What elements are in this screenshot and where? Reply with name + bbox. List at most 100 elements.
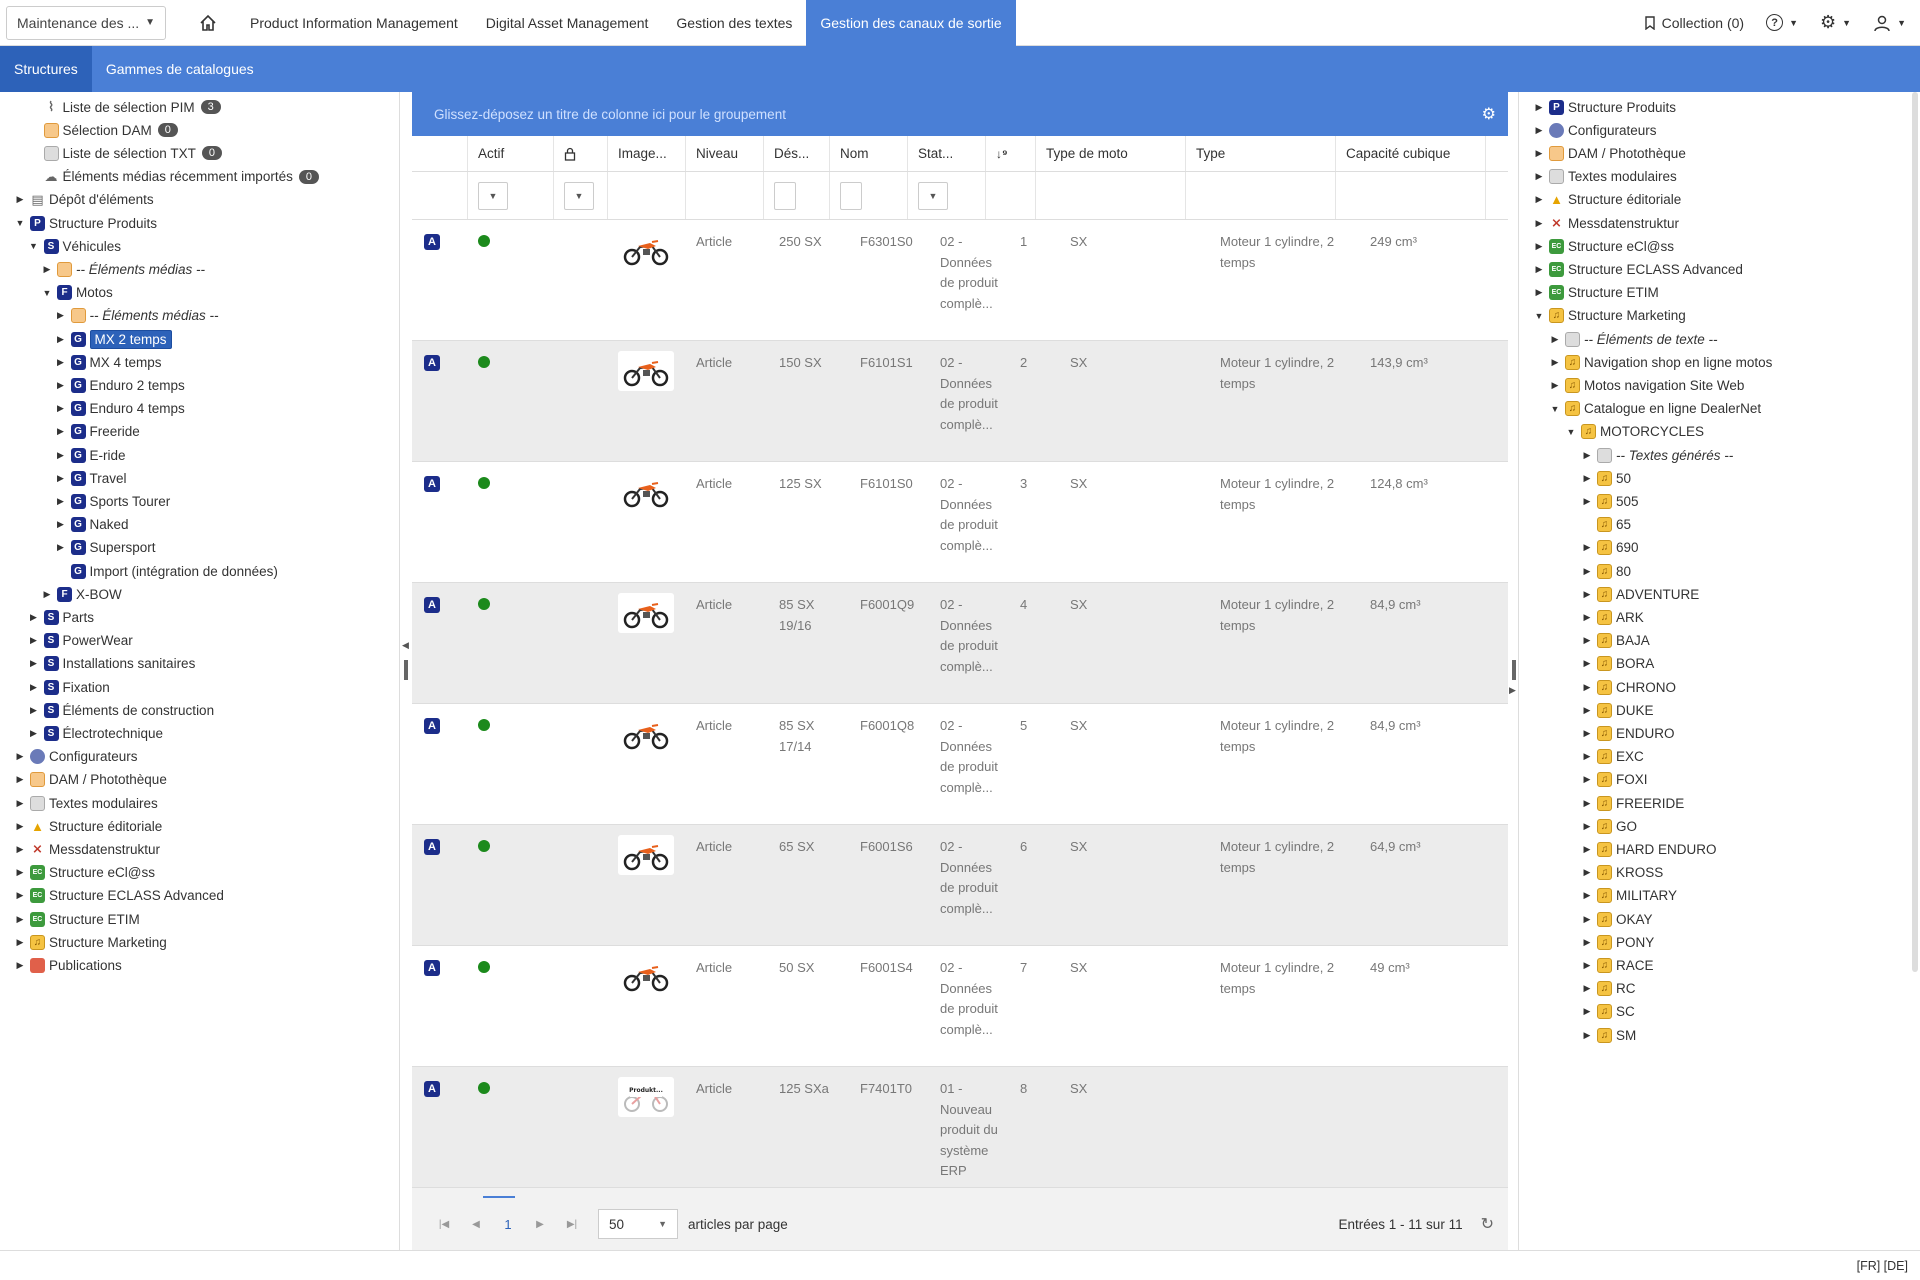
expanded-caret-icon[interactable]: ▼	[14, 217, 26, 229]
collapsed-caret-icon[interactable]: ▶	[14, 936, 26, 948]
collapsed-caret-icon[interactable]: ▶	[1533, 194, 1545, 206]
collection-button[interactable]: Collection (0)	[1644, 15, 1744, 31]
right-collapse-arrow[interactable]: ▶	[1509, 685, 1516, 696]
collapsed-caret-icon[interactable]: ▶	[41, 588, 53, 600]
collapsed-caret-icon[interactable]: ▶	[28, 704, 40, 716]
tree-node[interactable]: ▶ G Sports Tourer	[55, 490, 170, 512]
collapsed-caret-icon[interactable]: ▶	[1533, 171, 1545, 183]
help-menu[interactable]: ? ▼	[1766, 14, 1798, 31]
expanded-caret-icon[interactable]: ▼	[41, 287, 53, 299]
col-nom[interactable]: Nom	[830, 136, 908, 171]
product-thumbnail[interactable]	[618, 835, 674, 875]
tree-node[interactable]: ▶ DAM / Photothèque	[14, 769, 167, 791]
filter-actif[interactable]: ▼	[478, 181, 508, 210]
collapsed-caret-icon[interactable]: ▶	[1581, 936, 1593, 948]
collapsed-caret-icon[interactable]: ▶	[55, 379, 67, 391]
collapsed-caret-icon[interactable]: ▶	[1581, 843, 1593, 855]
tab-structures[interactable]: Structures	[0, 46, 92, 92]
collapsed-caret-icon[interactable]: ▶	[1581, 1006, 1593, 1018]
tree-node[interactable]: ▶ ♫ SM	[1581, 1024, 1636, 1046]
tree-node[interactable]: ▶ ♫ KROSS	[1581, 862, 1663, 884]
tree-node[interactable]: ▶ -- Textes générés --	[1581, 444, 1733, 466]
table-row[interactable]: A Article 50 SX F6001S4 02 - Données de prod…	[412, 946, 1508, 1067]
product-thumbnail[interactable]	[618, 956, 674, 996]
filter-lock[interactable]: ▼	[564, 181, 594, 210]
collapsed-caret-icon[interactable]: ▶	[55, 426, 67, 438]
filter-nom[interactable]	[840, 181, 862, 210]
col-type-moto[interactable]: Type de moto	[1036, 136, 1186, 171]
collapsed-caret-icon[interactable]: ▶	[1581, 983, 1593, 995]
collapsed-caret-icon[interactable]: ▶	[55, 356, 67, 368]
product-thumbnail[interactable]	[618, 593, 674, 633]
group-by-drop-zone[interactable]: Glissez-déposez un titre de colonne ici …	[412, 92, 1508, 136]
tree-node[interactable]: ☁ Éléments médias récemment importés 0	[28, 166, 319, 188]
last-page-icon[interactable]: ▶|	[556, 1219, 588, 1230]
tree-node[interactable]: ▶ EC Structure ETIM	[1533, 282, 1659, 304]
collapsed-caret-icon[interactable]: ▶	[14, 820, 26, 832]
context-select[interactable]: Maintenance des ... ▼	[6, 5, 166, 40]
col-select[interactable]	[412, 136, 468, 171]
tree-node[interactable]: ▶ G Naked	[55, 514, 129, 536]
collapsed-caret-icon[interactable]: ▶	[1581, 727, 1593, 739]
tree-node[interactable]: ▶ G Freeride	[55, 421, 140, 443]
first-page-icon[interactable]: |◀	[428, 1219, 460, 1230]
collapsed-caret-icon[interactable]: ▶	[55, 333, 67, 345]
collapsed-caret-icon[interactable]: ▶	[1581, 472, 1593, 484]
collapsed-caret-icon[interactable]: ▶	[1533, 124, 1545, 136]
collapsed-caret-icon[interactable]: ▶	[14, 843, 26, 855]
collapsed-caret-icon[interactable]: ▶	[1581, 913, 1593, 925]
nav-tab-pim[interactable]: Product Information Management	[236, 0, 472, 46]
collapsed-caret-icon[interactable]: ▶	[1549, 356, 1561, 368]
collapsed-caret-icon[interactable]: ▶	[1581, 565, 1593, 577]
tree-node[interactable]: ▶ ♫ RC	[1581, 978, 1636, 1000]
collapsed-caret-icon[interactable]: ▶	[1549, 379, 1561, 391]
tree-node[interactable]: ▼ ♫ Structure Marketing	[1533, 305, 1686, 327]
table-row[interactable]: A Article 150 SX F6101S1 02 - Données de pro…	[412, 341, 1508, 462]
product-thumbnail[interactable]	[618, 351, 674, 391]
tree-node[interactable]: ▶ ♫ 50	[1581, 467, 1631, 489]
collapsed-caret-icon[interactable]: ▶	[14, 867, 26, 879]
collapsed-caret-icon[interactable]: ▶	[1581, 820, 1593, 832]
tree-node[interactable]: ⌇ Liste de sélection PIM 3	[28, 96, 221, 118]
tree-node[interactable]: Liste de sélection TXT 0	[28, 142, 222, 164]
collapsed-caret-icon[interactable]: ▶	[14, 774, 26, 786]
tree-node[interactable]: ▶ Configurateurs	[1533, 119, 1657, 141]
collapsed-caret-icon[interactable]: ▶	[41, 263, 53, 275]
tree-node[interactable]: ▶ G Supersport	[55, 537, 156, 559]
collapsed-caret-icon[interactable]: ▶	[1581, 1029, 1593, 1041]
tree-node[interactable]: ▶ S PowerWear	[28, 630, 133, 652]
tree-node[interactable]: G Import (intégration de données)	[55, 560, 278, 582]
expanded-caret-icon[interactable]: ▼	[1565, 426, 1577, 438]
collapsed-caret-icon[interactable]: ▶	[1581, 890, 1593, 902]
tree-node[interactable]: ▶ ♫ OKAY	[1581, 908, 1653, 930]
tree-node[interactable]: ▶ ♫ ENDURO	[1581, 722, 1675, 744]
product-thumbnail[interactable]	[618, 472, 674, 512]
tree-node[interactable]: ▶ ♫ Navigation shop en ligne motos	[1549, 351, 1772, 373]
tree-node[interactable]: ▶ G Enduro 4 temps	[55, 398, 185, 420]
collapsed-caret-icon[interactable]: ▶	[14, 194, 26, 206]
tree-node[interactable]: ▶ G Enduro 2 temps	[55, 374, 185, 396]
collapsed-caret-icon[interactable]: ▶	[28, 658, 40, 670]
left-collapse-arrow[interactable]: ◀	[402, 640, 409, 651]
tree-node[interactable]: ▶ ♫ ADVENTURE	[1581, 583, 1699, 605]
collapsed-caret-icon[interactable]: ▶	[28, 611, 40, 623]
collapsed-caret-icon[interactable]: ▶	[55, 519, 67, 531]
collapsed-caret-icon[interactable]: ▶	[1581, 797, 1593, 809]
tree-node[interactable]: ▶ S Éléments de construction	[28, 699, 214, 721]
nav-tab-dam[interactable]: Digital Asset Management	[472, 0, 663, 46]
col-image[interactable]: Image...	[608, 136, 686, 171]
product-thumbnail[interactable]: Produkt...	[618, 1077, 674, 1117]
tree-node[interactable]: ▶ G MX 4 temps	[55, 351, 162, 373]
tree-node[interactable]: ▶ G E-ride	[55, 444, 126, 466]
tree-node[interactable]: ▶ Textes modulaires	[1533, 166, 1677, 188]
collapsed-caret-icon[interactable]: ▶	[1581, 751, 1593, 763]
collapsed-caret-icon[interactable]: ▶	[1581, 658, 1593, 670]
tree-node[interactable]: ▶ S Fixation	[28, 676, 110, 698]
collapsed-caret-icon[interactable]: ▶	[1533, 263, 1545, 275]
tree-node[interactable]: ▶ Publications	[14, 954, 122, 976]
tree-node[interactable]: ▶ -- Éléments de texte --	[1549, 328, 1718, 350]
collapsed-caret-icon[interactable]: ▶	[1581, 681, 1593, 693]
filter-statut[interactable]: ▼	[918, 181, 948, 210]
nav-tab-texts[interactable]: Gestion des textes	[662, 0, 806, 46]
left-splitter-handle[interactable]	[404, 660, 408, 680]
